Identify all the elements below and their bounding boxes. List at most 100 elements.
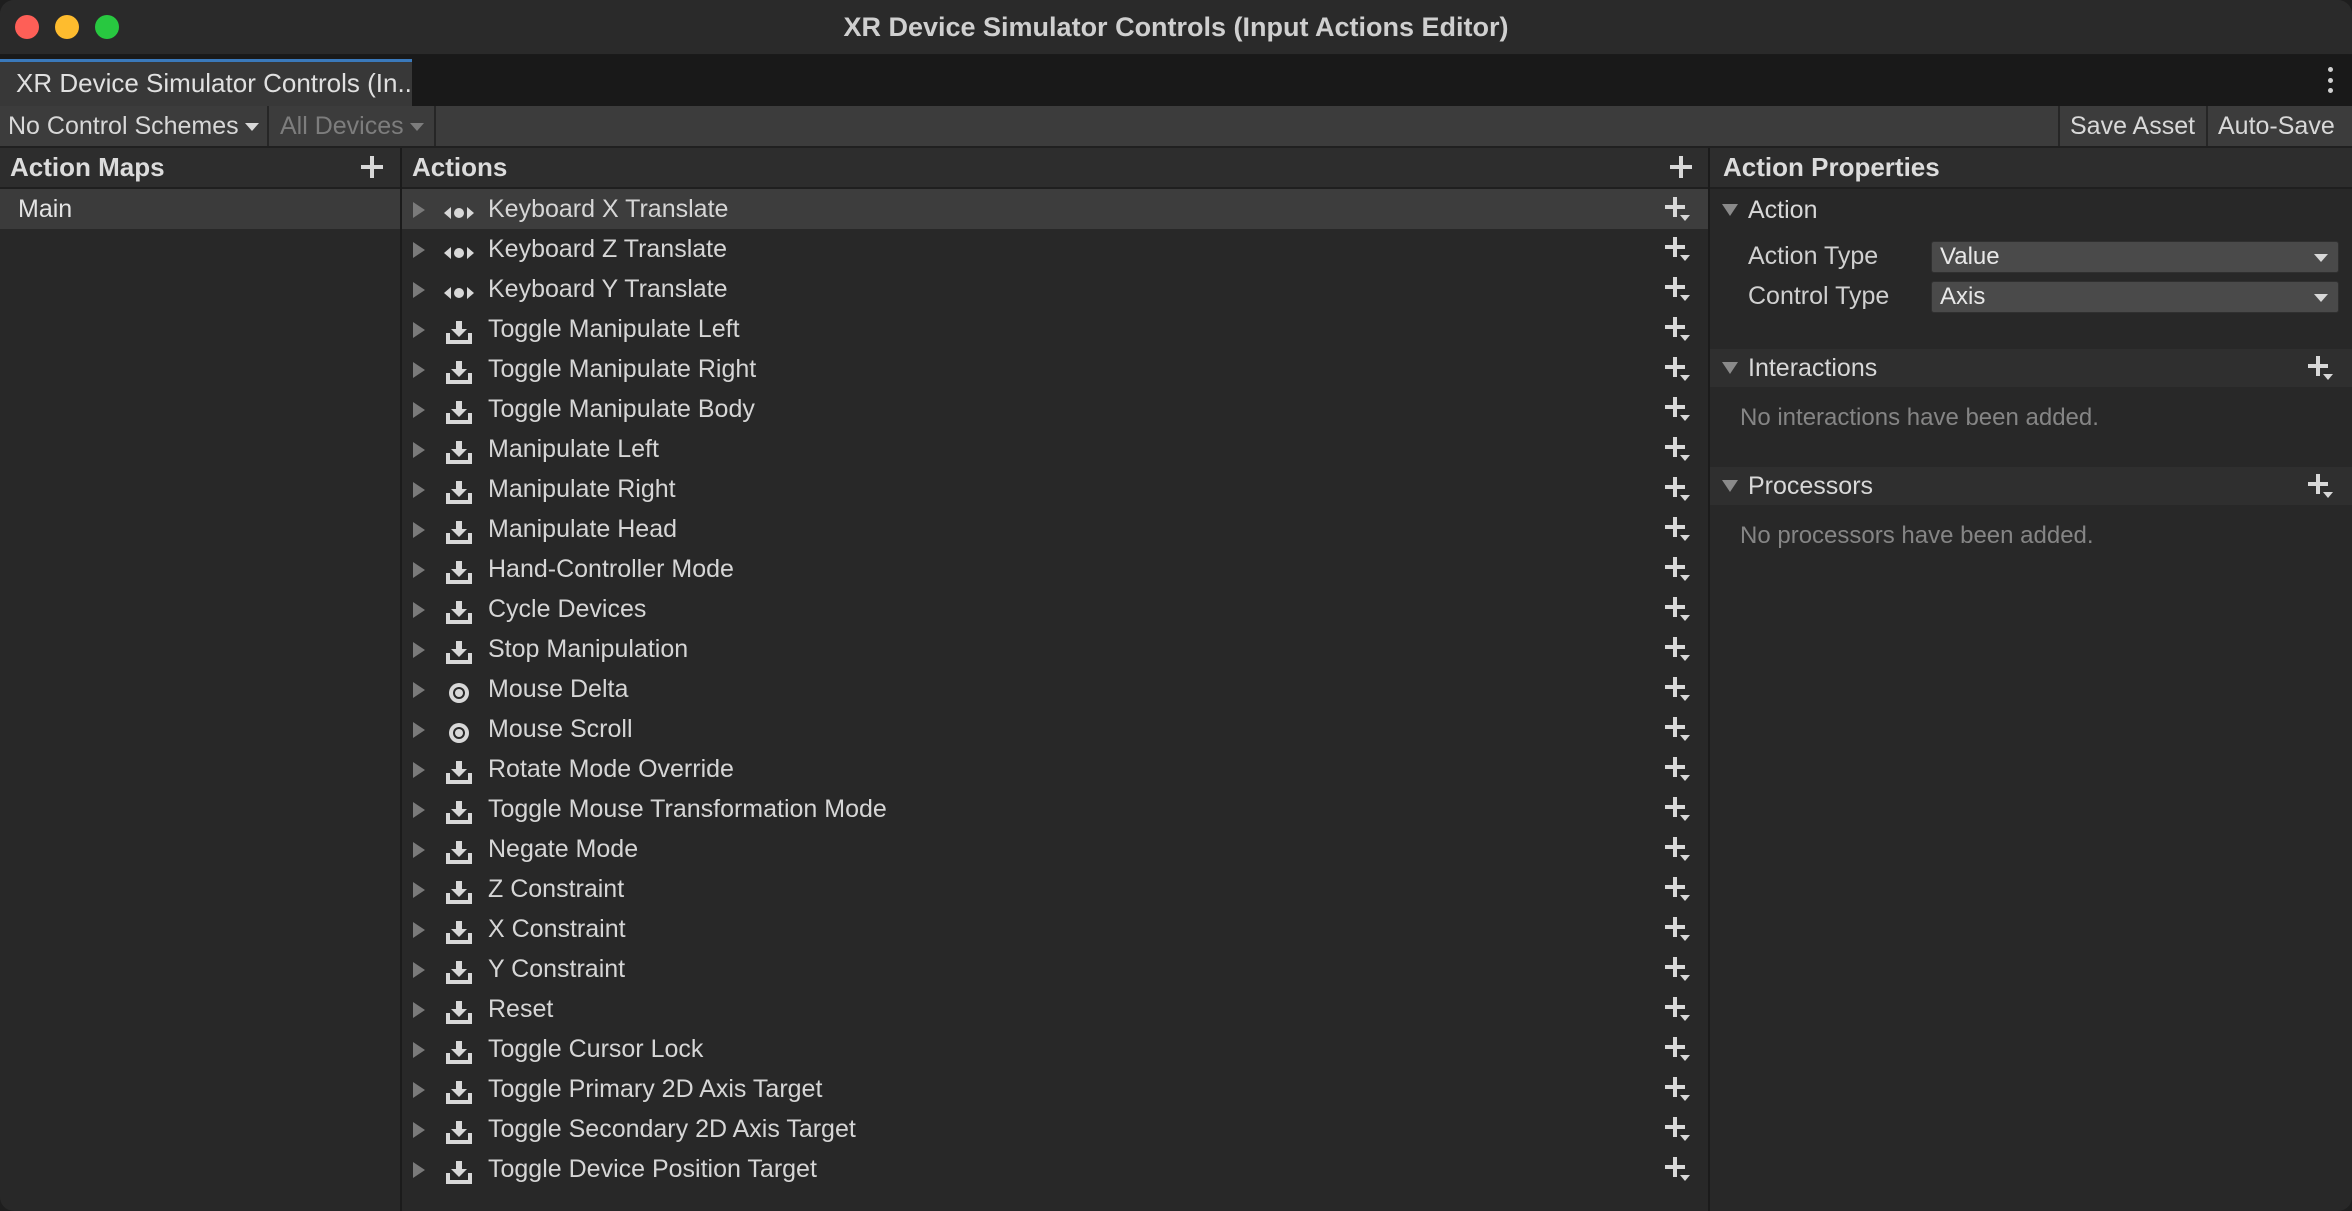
action-row[interactable]: X Constraint (402, 909, 1708, 949)
action-row[interactable]: Cycle Devices (402, 589, 1708, 629)
add-binding-icon[interactable] (1665, 197, 1691, 221)
action-row[interactable]: Manipulate Right (402, 469, 1708, 509)
action-row[interactable]: Y Constraint (402, 949, 1708, 989)
expand-arrow-icon[interactable] (413, 1002, 425, 1018)
action-row[interactable]: Keyboard Y Translate (402, 269, 1708, 309)
add-action-icon[interactable] (1670, 156, 1692, 178)
add-binding-icon[interactable] (1665, 517, 1691, 541)
action-row[interactable]: Stop Manipulation (402, 629, 1708, 669)
add-binding-icon[interactable] (1665, 757, 1691, 781)
interactions-section-header[interactable]: Interactions (1710, 349, 2352, 387)
action-row[interactable]: Toggle Manipulate Left (402, 309, 1708, 349)
expand-arrow-icon[interactable] (413, 442, 425, 458)
expand-arrow-icon[interactable] (413, 402, 425, 418)
action-maps-title: Action Maps (10, 152, 165, 182)
expand-arrow-icon[interactable] (413, 322, 425, 338)
add-binding-icon[interactable] (1665, 877, 1691, 901)
add-binding-icon[interactable] (1665, 357, 1691, 381)
auto-save-toggle[interactable]: Auto-Save (2210, 106, 2352, 146)
action-row[interactable]: Mouse Delta (402, 669, 1708, 709)
add-binding-icon[interactable] (1665, 597, 1691, 621)
action-row[interactable]: Rotate Mode Override (402, 749, 1708, 789)
action-label: Manipulate Left (488, 435, 659, 463)
expand-arrow-icon[interactable] (413, 562, 425, 578)
expand-arrow-icon[interactable] (413, 762, 425, 778)
action-row[interactable]: Toggle Manipulate Body (402, 389, 1708, 429)
action-section-header[interactable]: Action (1710, 191, 2352, 229)
add-processor-icon[interactable] (2308, 474, 2334, 498)
add-binding-icon[interactable] (1665, 397, 1691, 421)
processors-empty-message: No processors have been added. (1740, 522, 2094, 549)
save-asset-button[interactable]: Save Asset (2062, 106, 2202, 146)
control-type-dropdown[interactable]: Axis (1931, 281, 2339, 313)
expand-arrow-icon[interactable] (413, 362, 425, 378)
action-row[interactable]: Keyboard X Translate (402, 189, 1708, 229)
add-action-map-icon[interactable] (361, 156, 383, 178)
add-binding-icon[interactable] (1665, 637, 1691, 661)
expand-arrow-icon[interactable] (413, 202, 425, 218)
add-binding-icon[interactable] (1665, 797, 1691, 821)
button-action-icon (444, 637, 474, 664)
devices-dropdown[interactable]: All Devices (272, 106, 432, 146)
action-row[interactable]: Toggle Manipulate Right (402, 349, 1708, 389)
add-binding-icon[interactable] (1665, 317, 1691, 341)
action-map-item-main[interactable]: Main (0, 189, 400, 229)
add-binding-icon[interactable] (1665, 957, 1691, 981)
add-binding-icon[interactable] (1665, 997, 1691, 1021)
actions-panel: Actions Keyboard X Translate Keyboard Z T… (402, 148, 1708, 1211)
action-row[interactable]: Toggle Primary 2D Axis Target (402, 1069, 1708, 1109)
expand-arrow-icon[interactable] (413, 282, 425, 298)
add-binding-icon[interactable] (1665, 917, 1691, 941)
action-row[interactable]: Toggle Secondary 2D Axis Target (402, 1109, 1708, 1149)
add-binding-icon[interactable] (1665, 1037, 1691, 1061)
add-interaction-icon[interactable] (2308, 356, 2334, 380)
expand-arrow-icon[interactable] (413, 1122, 425, 1138)
expand-arrow-icon[interactable] (413, 722, 425, 738)
add-binding-icon[interactable] (1665, 1117, 1691, 1141)
more-options-icon[interactable] (2326, 67, 2334, 93)
add-binding-icon[interactable] (1665, 277, 1691, 301)
expand-arrow-icon[interactable] (413, 522, 425, 538)
add-binding-icon[interactable] (1665, 477, 1691, 501)
action-row[interactable]: Z Constraint (402, 869, 1708, 909)
expand-arrow-icon[interactable] (413, 242, 425, 258)
expand-arrow-icon[interactable] (413, 882, 425, 898)
tab-xr-device-simulator-controls[interactable]: XR Device Simulator Controls (In... (0, 59, 412, 106)
control-schemes-dropdown[interactable]: No Control Schemes (0, 106, 265, 146)
add-binding-icon[interactable] (1665, 237, 1691, 261)
add-binding-icon[interactable] (1665, 677, 1691, 701)
expand-arrow-icon[interactable] (413, 842, 425, 858)
action-type-dropdown[interactable]: Value (1931, 241, 2339, 273)
action-row[interactable]: Reset (402, 989, 1708, 1029)
action-label: Toggle Primary 2D Axis Target (488, 1075, 823, 1103)
action-row[interactable]: Hand-Controller Mode (402, 549, 1708, 589)
add-binding-icon[interactable] (1665, 437, 1691, 461)
action-row[interactable]: Manipulate Head (402, 509, 1708, 549)
add-binding-icon[interactable] (1665, 557, 1691, 581)
action-row[interactable]: Keyboard Z Translate (402, 229, 1708, 269)
action-label: Stop Manipulation (488, 635, 689, 663)
processors-section-header[interactable]: Processors (1710, 467, 2352, 505)
action-row[interactable]: Toggle Mouse Transformation Mode (402, 789, 1708, 829)
add-binding-icon[interactable] (1665, 717, 1691, 741)
action-row[interactable]: Negate Mode (402, 829, 1708, 869)
add-binding-icon[interactable] (1665, 1157, 1691, 1181)
expand-arrow-icon[interactable] (413, 642, 425, 658)
action-row[interactable]: Mouse Scroll (402, 709, 1708, 749)
expand-arrow-icon[interactable] (413, 802, 425, 818)
expand-arrow-icon[interactable] (413, 962, 425, 978)
expand-arrow-icon[interactable] (413, 922, 425, 938)
expand-arrow-icon[interactable] (413, 482, 425, 498)
expand-arrow-icon[interactable] (413, 682, 425, 698)
action-properties-header: Action Properties (1710, 148, 2352, 189)
action-row[interactable]: Manipulate Left (402, 429, 1708, 469)
collapse-arrow-icon (1722, 362, 1738, 374)
expand-arrow-icon[interactable] (413, 1162, 425, 1178)
add-binding-icon[interactable] (1665, 837, 1691, 861)
expand-arrow-icon[interactable] (413, 1042, 425, 1058)
action-row[interactable]: Toggle Cursor Lock (402, 1029, 1708, 1069)
expand-arrow-icon[interactable] (413, 602, 425, 618)
expand-arrow-icon[interactable] (413, 1082, 425, 1098)
add-binding-icon[interactable] (1665, 1077, 1691, 1101)
action-row[interactable]: Toggle Device Position Target (402, 1149, 1708, 1189)
